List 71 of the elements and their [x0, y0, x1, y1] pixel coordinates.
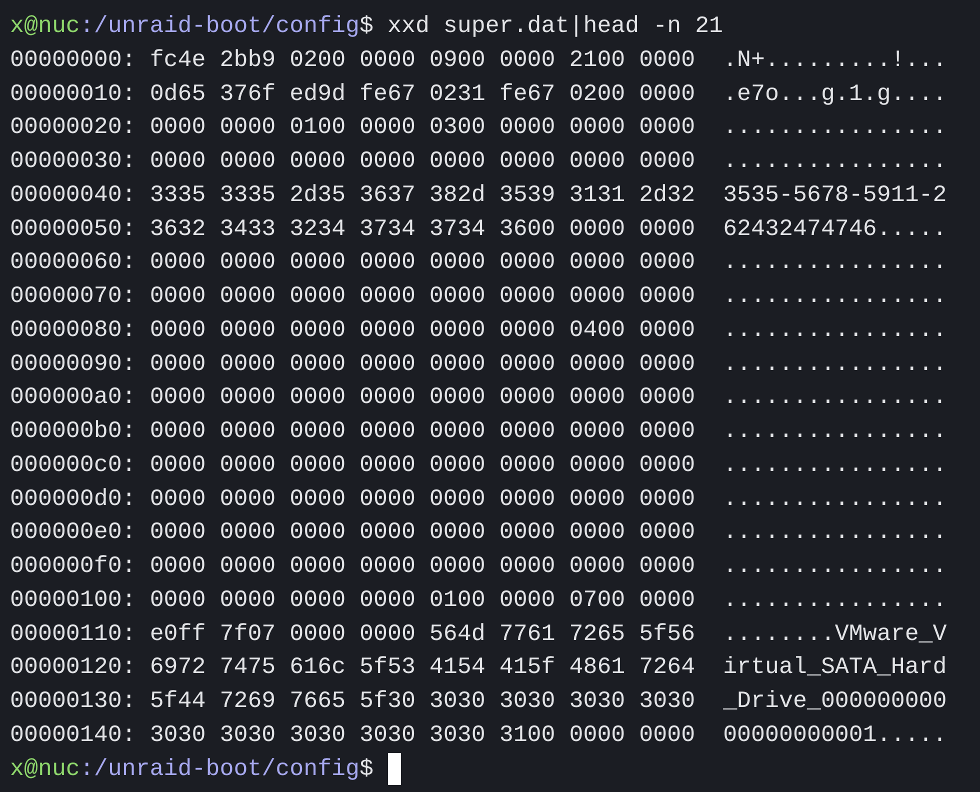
terminal-cursor	[388, 753, 400, 786]
ascii-text: ........VMware_V	[723, 620, 947, 648]
hex-bytes: 0000 0000 0100 0000 0300 0000 0000 0000	[150, 113, 696, 142]
hex-bytes: 0000 0000 0000 0000 0000 0000 0000 0000	[150, 450, 696, 480]
ascii-text: ................	[723, 552, 947, 581]
hex-bytes: 0000 0000 0000 0000 0000 0000 0000 0000	[150, 518, 696, 548]
ascii-text: ................	[723, 282, 947, 311]
hex-bytes: 0000 0000 0000 0000 0000 0000 0000 0000	[150, 484, 696, 514]
ascii-text: ................	[723, 417, 947, 446]
hex-offset: 00000030:	[10, 147, 136, 176]
hex-offset: 000000e0:	[10, 518, 136, 548]
hex-offset: 00000090:	[10, 350, 136, 378]
hex-offset: 000000a0:	[10, 383, 136, 412]
hex-bytes: 6972 7475 616c 5f53 4154 415f 4861 7264	[150, 653, 696, 682]
hex-bytes: 3632 3433 3234 3734 3734 3600 0000 0000	[150, 214, 696, 244]
hex-offset: 00000040:	[10, 180, 136, 210]
hex-offset: 00000130:	[10, 687, 136, 716]
hex-offset: 00000080:	[10, 316, 136, 345]
ascii-text: ................	[723, 350, 947, 378]
hex-offset: 00000020:	[10, 113, 136, 142]
hex-bytes: e0ff 7f07 0000 0000 564d 7761 7265 5f56	[150, 620, 696, 648]
hex-offset: 00000140:	[10, 720, 136, 750]
hex-bytes: 0000 0000 0000 0000 0000 0000 0000 0000	[150, 248, 696, 278]
hex-bytes: 0000 0000 0000 0000 0000 0000 0400 0000	[150, 316, 696, 345]
hex-bytes: 0000 0000 0000 0000 0000 0000 0000 0000	[150, 147, 696, 176]
hex-offset: 00000070:	[10, 282, 136, 311]
hex-bytes: 3030 3030 3030 3030 3030 3100 0000 0000	[150, 720, 696, 750]
hex-bytes: 0000 0000 0000 0000 0000 0000 0000 0000	[150, 350, 696, 378]
ascii-text: ................	[723, 147, 947, 176]
ascii-text: irtual_SATA_Hard	[723, 653, 947, 682]
hex-offset: 00000100:	[10, 586, 136, 615]
ascii-text: 3535-5678-5911-2	[723, 180, 947, 210]
hex-offset: 000000d0:	[10, 484, 136, 514]
ascii-text: ................	[723, 450, 947, 480]
prompt-path: :/unraid-boot/config	[80, 754, 360, 784]
hex-bytes: 0000 0000 0000 0000 0000 0000 0000 0000	[150, 282, 696, 311]
hex-bytes: 0000 0000 0000 0000 0100 0000 0700 0000	[150, 586, 696, 615]
ascii-text: 00000000001.....	[723, 720, 947, 750]
prompt-user-host: x@nuc	[10, 12, 80, 41]
command-text: xxd super.dat|head -n 21	[388, 12, 724, 41]
hex-bytes: 0000 0000 0000 0000 0000 0000 0000 0000	[150, 552, 696, 581]
ascii-text: _Drive_000000000	[723, 687, 947, 716]
hex-bytes: fc4e 2bb9 0200 0000 0900 0000 2100 0000	[150, 46, 696, 75]
ascii-text: ................	[723, 316, 947, 345]
hex-bytes: 5f44 7269 7665 5f30 3030 3030 3030 3030	[150, 687, 696, 716]
hex-offset: 000000b0:	[10, 417, 136, 446]
ascii-text: ................	[723, 586, 947, 615]
ascii-text: .e7o...g.1.g....	[723, 80, 947, 108]
ascii-text: 62432474746.....	[723, 214, 947, 244]
ascii-text: ................	[723, 518, 947, 548]
prompt-symbol: $	[360, 754, 374, 784]
hex-offset: 00000010:	[10, 80, 136, 108]
ascii-text: ................	[723, 484, 947, 514]
hex-offset: 00000000:	[10, 46, 136, 75]
hex-bytes: 0000 0000 0000 0000 0000 0000 0000 0000	[150, 417, 696, 446]
prompt-symbol: $	[360, 12, 374, 41]
hex-bytes: 0d65 376f ed9d fe67 0231 fe67 0200 0000	[150, 80, 696, 108]
ascii-text: ................	[723, 248, 947, 278]
ascii-text: ................	[723, 113, 947, 142]
ascii-text: ................	[723, 383, 947, 412]
hex-offset: 00000120:	[10, 653, 136, 682]
hex-bytes: 0000 0000 0000 0000 0000 0000 0000 0000	[150, 383, 696, 412]
hex-bytes: 3335 3335 2d35 3637 382d 3539 3131 2d32	[150, 180, 696, 210]
hex-offset: 000000f0:	[10, 552, 136, 581]
prompt-path: :/unraid-boot/config	[80, 12, 360, 41]
hex-offset: 00000050:	[10, 214, 136, 244]
hex-offset: 000000c0:	[10, 450, 136, 480]
prompt-user-host: x@nuc	[10, 754, 80, 784]
hex-offset: 00000110:	[10, 620, 136, 648]
hex-offset: 00000060:	[10, 248, 136, 278]
ascii-text: .N+.........!...	[723, 46, 947, 75]
